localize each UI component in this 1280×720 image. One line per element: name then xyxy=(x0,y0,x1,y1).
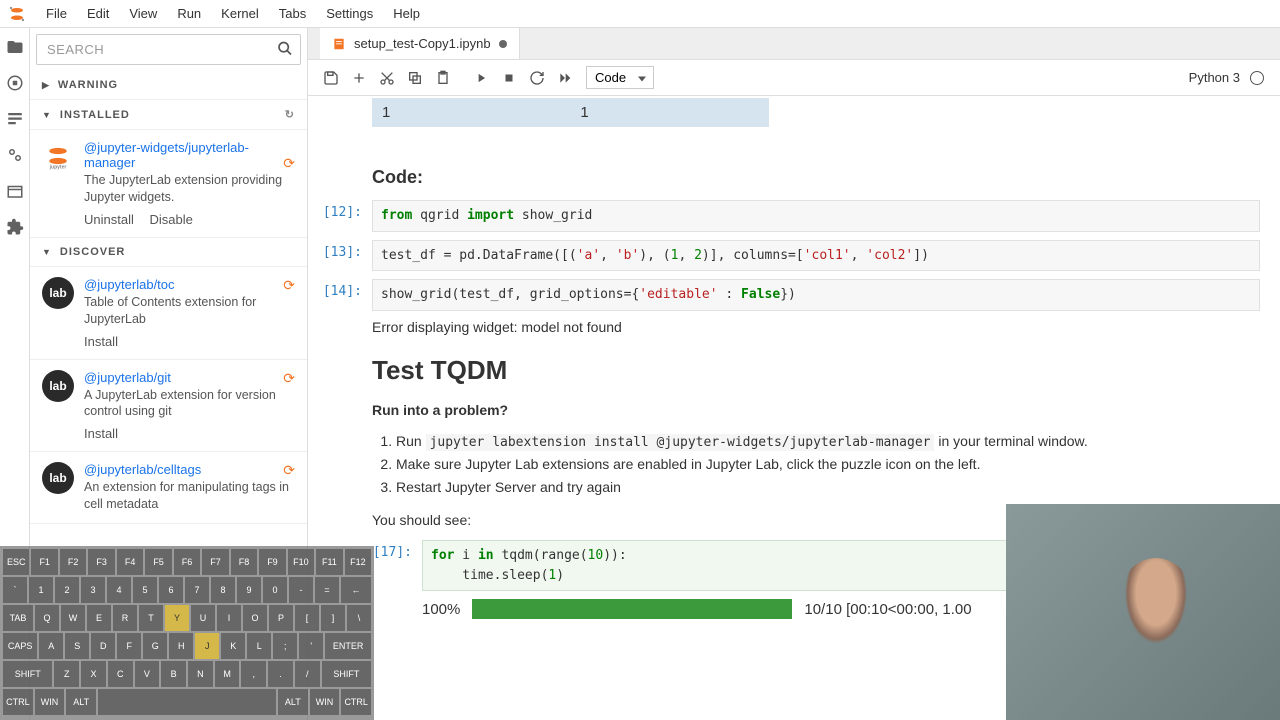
tabs-icon[interactable] xyxy=(6,182,24,200)
extension-name-link[interactable]: @jupyterlab/toc xyxy=(84,277,175,292)
extension-desc: An extension for manipulating tags in ce… xyxy=(84,479,295,513)
cell-prompt: [17]: xyxy=(368,540,422,591)
markdown-list: Run jupyter labextension install @jupyte… xyxy=(372,430,1260,499)
extension-name-link[interactable]: @jupyter-widgets/jupyterlab-manager xyxy=(84,140,249,170)
lab-icon: lab xyxy=(42,462,74,494)
save-button[interactable] xyxy=(318,65,344,91)
table-cell: 1 xyxy=(372,98,570,127)
uninstall-button[interactable]: Uninstall xyxy=(84,212,134,227)
extension-desc: A JupyterLab extension for version contr… xyxy=(84,387,295,421)
extension-name-link[interactable]: @jupyterlab/celltags xyxy=(84,462,201,477)
cell-type-select[interactable]: Code xyxy=(586,66,654,89)
refresh-icon[interactable]: ↻ xyxy=(285,108,295,121)
search-input[interactable] xyxy=(36,34,301,65)
menu-view[interactable]: View xyxy=(119,2,167,25)
paste-button[interactable] xyxy=(430,65,456,91)
progress-stats: 10/10 [00:10<00:00, 1.00 xyxy=(804,601,971,618)
lab-icon: lab xyxy=(42,277,74,309)
update-icon[interactable]: ⟳ xyxy=(283,462,295,479)
cell-prompt: [12]: xyxy=(318,200,372,232)
menu-kernel[interactable]: Kernel xyxy=(211,2,269,25)
section-label: WARNING xyxy=(58,79,118,91)
notebook-toolbar: Code Python 3 xyxy=(308,60,1280,96)
warning-section[interactable]: ▶ WARNING xyxy=(30,71,307,100)
update-icon[interactable]: ⟳ xyxy=(283,277,295,294)
folder-icon[interactable] xyxy=(6,38,24,56)
error-output: Error displaying widget: model not found xyxy=(372,319,1260,335)
update-icon[interactable]: ⟳ xyxy=(283,155,295,172)
commands-icon[interactable] xyxy=(6,110,24,128)
add-cell-button[interactable] xyxy=(346,65,372,91)
menu-bar: File Edit View Run Kernel Tabs Settings … xyxy=(0,0,1280,28)
update-icon[interactable]: ⟳ xyxy=(283,370,295,387)
notebook-tab[interactable]: setup_test-Copy1.ipynb xyxy=(320,28,520,59)
caret-down-icon: ▼ xyxy=(42,110,52,120)
running-icon[interactable] xyxy=(6,74,24,92)
code-content[interactable]: from qgrid import show_grid xyxy=(372,200,1260,232)
extension-desc: Table of Contents extension for JupyterL… xyxy=(84,294,295,328)
disable-button[interactable]: Disable xyxy=(149,212,192,227)
webcam-overlay xyxy=(1006,504,1280,720)
cell-prompt: [14]: xyxy=(318,279,372,311)
menu-edit[interactable]: Edit xyxy=(77,2,119,25)
extension-manager-icon[interactable] xyxy=(6,218,24,236)
keyboard-overlay: ESCF1F2F3F4F5F6F7F8F9F10F11F12 `12345678… xyxy=(0,546,374,720)
code-cell[interactable]: [14]: show_grid(test_df, grid_options={'… xyxy=(318,279,1260,311)
menu-run[interactable]: Run xyxy=(167,2,211,25)
installed-section[interactable]: ▼ INSTALLED ↻ xyxy=(30,100,307,130)
tab-title: setup_test-Copy1.ipynb xyxy=(354,36,491,51)
section-label: DISCOVER xyxy=(60,246,125,258)
extension-desc: The JupyterLab extension providing Jupyt… xyxy=(84,172,295,206)
discover-section[interactable]: ▼ DISCOVER xyxy=(30,238,307,267)
search-icon[interactable] xyxy=(277,40,293,59)
code-cell[interactable]: [12]: from qgrid import show_grid xyxy=(318,200,1260,232)
cut-button[interactable] xyxy=(374,65,400,91)
jupyter-icon: jupyter xyxy=(42,140,74,172)
menu-tabs[interactable]: Tabs xyxy=(269,2,316,25)
jupyter-logo-icon xyxy=(8,5,26,23)
markdown-bold: Run into a problem? xyxy=(372,402,1260,418)
output-table: 11 xyxy=(372,98,1260,127)
menu-settings[interactable]: Settings xyxy=(316,2,383,25)
table-cell: 1 xyxy=(570,98,768,127)
cell-prompt: [13]: xyxy=(318,240,372,272)
copy-button[interactable] xyxy=(402,65,428,91)
extension-name-link[interactable]: @jupyterlab/git xyxy=(84,370,171,385)
section-label: INSTALLED xyxy=(60,109,130,121)
stop-button[interactable] xyxy=(496,65,522,91)
run-button[interactable] xyxy=(468,65,494,91)
code-content[interactable]: test_df = pd.DataFrame([('a', 'b'), (1, … xyxy=(372,240,1260,272)
markdown-heading: Test TQDM xyxy=(372,355,1260,386)
extension-item: jupyter @jupyter-widgets/jupyterlab-mana… xyxy=(30,130,307,238)
code-content[interactable]: show_grid(test_df, grid_options={'editab… xyxy=(372,279,1260,311)
progress-percent: 100% xyxy=(422,601,460,618)
caret-down-icon: ▼ xyxy=(42,247,52,257)
tab-bar: setup_test-Copy1.ipynb xyxy=(308,28,1280,60)
unsaved-indicator-icon xyxy=(499,40,507,48)
svg-text:jupyter: jupyter xyxy=(49,165,67,171)
kernel-status-icon[interactable] xyxy=(1250,71,1264,85)
lab-icon: lab xyxy=(42,370,74,402)
kernel-name[interactable]: Python 3 xyxy=(1189,70,1240,85)
extension-item: lab @jupyterlab/git ⟳ A JupyterLab exten… xyxy=(30,360,307,453)
settings-icon[interactable] xyxy=(6,146,24,164)
extension-item: lab @jupyterlab/celltags ⟳ An extension … xyxy=(30,452,307,524)
install-button[interactable]: Install xyxy=(84,426,118,441)
progress-bar xyxy=(472,599,792,619)
menu-file[interactable]: File xyxy=(36,2,77,25)
menu-help[interactable]: Help xyxy=(383,2,430,25)
notebook-icon xyxy=(332,37,346,51)
restart-button[interactable] xyxy=(524,65,550,91)
caret-right-icon: ▶ xyxy=(42,80,50,91)
install-button[interactable]: Install xyxy=(84,334,118,349)
extension-item: lab @jupyterlab/toc ⟳ Table of Contents … xyxy=(30,267,307,360)
run-all-button[interactable] xyxy=(552,65,578,91)
code-cell[interactable]: [13]: test_df = pd.DataFrame([('a', 'b')… xyxy=(318,240,1260,272)
markdown-heading: Code: xyxy=(372,167,1260,188)
